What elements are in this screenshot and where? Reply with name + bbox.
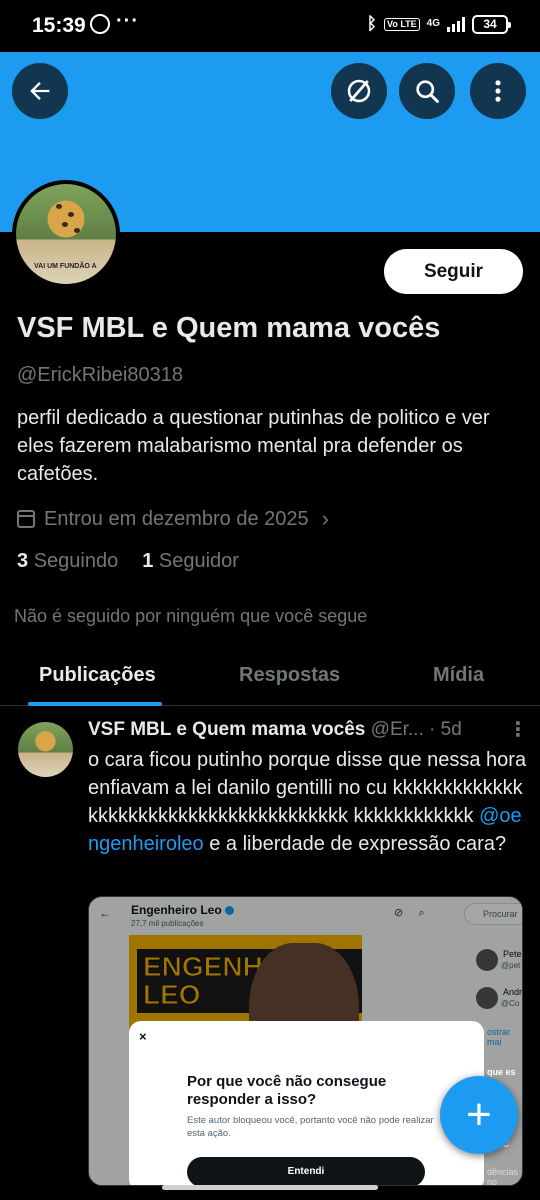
calendar-icon xyxy=(17,510,35,528)
followers-label: Seguidor xyxy=(158,550,239,572)
post-author-name[interactable]: VSF MBL e Quem mama vocês xyxy=(88,719,365,740)
followers-count: 1 xyxy=(142,550,154,572)
post-author-handle[interactable]: @Er... xyxy=(371,719,424,740)
battery-icon: 34 xyxy=(472,14,511,34)
more-vertical-icon xyxy=(495,80,501,102)
tab-publicacoes[interactable]: Publicações xyxy=(39,664,156,687)
grok-icon xyxy=(347,79,371,103)
media-side-fragment: que es xyxy=(487,1067,516,1077)
compose-post-button[interactable]: + xyxy=(440,1076,518,1154)
avatar: VAI UM FUNDÃO A xyxy=(16,184,116,284)
follow-stats: 3 Seguindo 1 Seguidor xyxy=(17,550,239,573)
status-icons: ᛒ Vo LTE 4G 34 xyxy=(366,14,511,34)
signal-icon xyxy=(447,16,465,32)
post-text-main: o cara ficou putinho porque disse que ne… xyxy=(88,749,527,827)
post-text: o cara ficou putinho porque disse que ne… xyxy=(88,746,528,858)
back-button[interactable] xyxy=(12,63,68,119)
network-type: 4G xyxy=(426,18,440,29)
profile-avatar-frame[interactable]: VAI UM FUNDÃO A xyxy=(12,180,120,288)
profile-display-name: VSF MBL e Quem mama vocês xyxy=(17,312,441,344)
profile-tabs: Publicações Respostas Mídia xyxy=(0,648,540,706)
search-button[interactable] xyxy=(399,63,455,119)
follow-button[interactable]: Seguir xyxy=(384,249,523,294)
following-label: Seguindo xyxy=(33,550,119,572)
post-text-end: e a liberdade de expressão cara? xyxy=(203,833,507,855)
grok-button[interactable] xyxy=(331,63,387,119)
status-bar: 15:39 ··· ᛒ Vo LTE 4G 34 xyxy=(0,0,540,52)
tab-midia[interactable]: Mídia xyxy=(433,664,484,687)
mutual-followers-note: Não é seguido por ninguém que você segue xyxy=(14,606,368,626)
active-tab-indicator xyxy=(28,702,162,706)
media-modal-title: Por que você não consegue responder a is… xyxy=(187,1073,387,1108)
following-link[interactable]: 3 Seguindo xyxy=(17,550,118,573)
post-age: · 5d xyxy=(429,719,462,740)
avatar-caption: VAI UM FUNDÃO A xyxy=(34,263,97,270)
arrow-left-icon xyxy=(30,82,50,100)
joined-date-row[interactable]: Entrou em dezembro de 2025 › xyxy=(17,506,329,532)
media-close-icon: × xyxy=(139,1029,147,1044)
profile-bio: perfil dedicado a questionar putinhas de… xyxy=(17,407,490,485)
followers-link[interactable]: 1 Seguidor xyxy=(142,550,239,573)
chevron-right-icon: › xyxy=(321,506,329,531)
joined-date: Entrou em dezembro de 2025 xyxy=(44,507,309,530)
volte-badge: Vo LTE xyxy=(383,17,420,31)
media-side-fragment: dências no xyxy=(487,1167,519,1186)
tab-respostas[interactable]: Respostas xyxy=(239,664,340,687)
post-header: VSF MBL e Quem mama vocês @Er... · 5d xyxy=(88,719,528,741)
post-avatar[interactable] xyxy=(18,722,73,777)
search-icon xyxy=(416,80,439,103)
profile-handle: @ErickRibei80318 xyxy=(17,364,183,386)
more-options-button[interactable] xyxy=(470,63,526,119)
media-blocked-modal: × Por que você não consegue responder a … xyxy=(129,1021,484,1185)
following-count: 3 xyxy=(17,550,29,572)
plus-icon: + xyxy=(466,1090,492,1139)
bluetooth-icon: ᛒ xyxy=(366,14,377,33)
home-indicator[interactable] xyxy=(162,1185,378,1190)
media-modal-body: Este autor bloqueou você, portanto você … xyxy=(187,1115,434,1139)
status-time: 15:39 xyxy=(32,14,86,37)
media-modal-button: Entendi xyxy=(187,1157,425,1185)
more-notifications-icon: ··· xyxy=(116,10,139,32)
whatsapp-icon xyxy=(90,14,110,34)
post-more-icon[interactable]: ⋮ xyxy=(508,720,528,740)
